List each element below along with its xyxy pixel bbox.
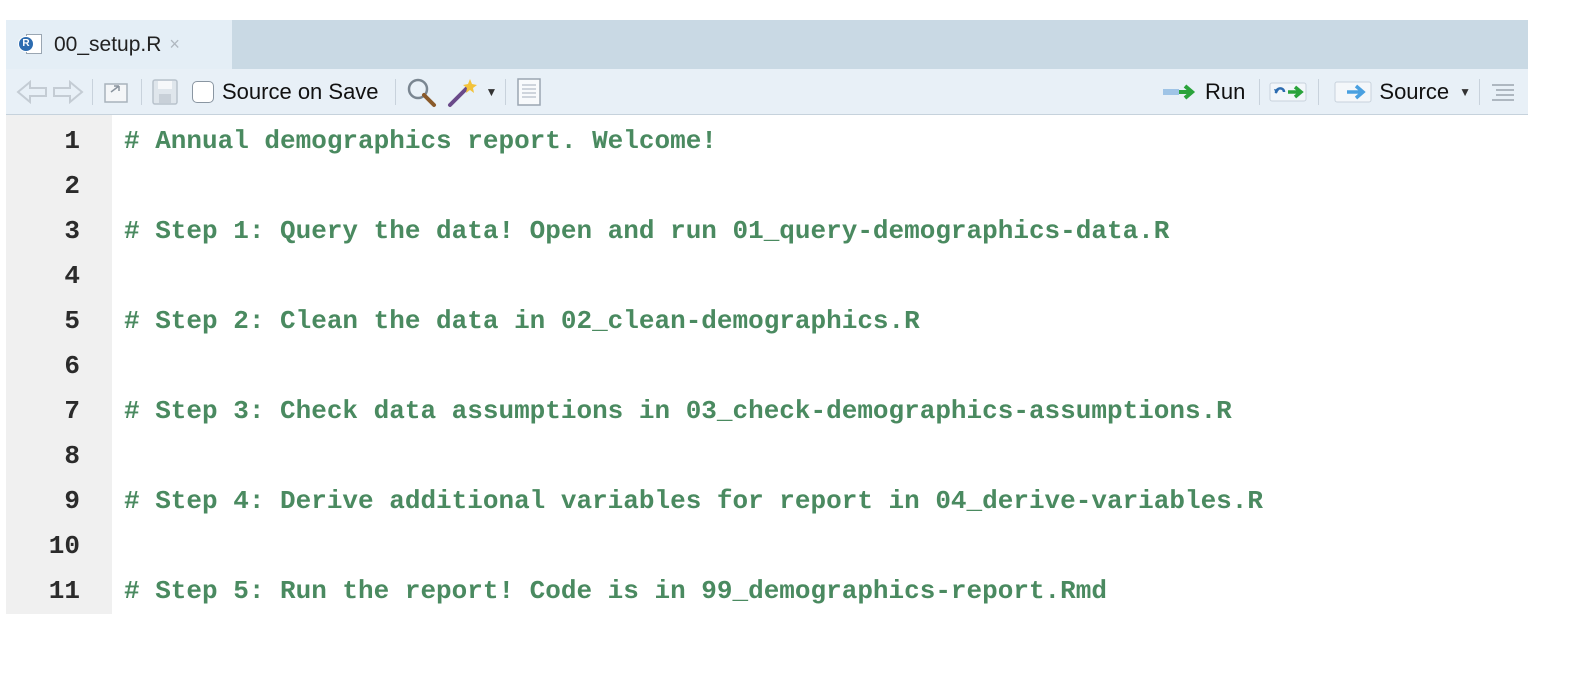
source-editor: R 00_setup.R × Source on Save ▼ Run Sour… <box>6 20 1528 614</box>
show-in-window-icon[interactable] <box>101 78 133 106</box>
save-icon[interactable] <box>150 77 180 107</box>
source-on-save-toggle[interactable]: Source on Save <box>192 79 379 105</box>
close-icon[interactable]: × <box>169 34 180 55</box>
editor-toolbar: Source on Save ▼ Run Source ▼ <box>6 69 1528 115</box>
code-line[interactable]: # Step 2: Clean the data in 02_clean-dem… <box>124 299 1263 344</box>
code-line[interactable] <box>124 344 1263 389</box>
line-number: 10 <box>48 531 80 561</box>
chevron-down-icon[interactable]: ▼ <box>1459 85 1471 99</box>
line-number: 1 <box>64 126 80 156</box>
line-number-gutter: 1 2 3 4 5 6 7 8 9 10 11 <box>6 115 112 614</box>
toolbar-divider <box>394 78 396 105</box>
forward-arrow-icon[interactable] <box>50 79 84 105</box>
code-line[interactable]: # Step 5: Run the report! Code is in 99_… <box>124 569 1263 614</box>
toolbar-divider <box>141 78 142 105</box>
line-number: 8 <box>64 441 80 471</box>
code-line[interactable] <box>124 254 1263 299</box>
line-number: 2 <box>64 171 80 201</box>
tab-filename: 00_setup.R <box>54 32 162 56</box>
source-label: Source <box>1379 78 1450 104</box>
source-on-save-label: Source on Save <box>222 78 379 104</box>
toolbar-divider <box>505 78 507 105</box>
toolbar-divider <box>1259 78 1261 105</box>
tab-strip: R 00_setup.R × <box>6 20 1528 69</box>
line-number: 6 <box>64 351 80 381</box>
code-line[interactable]: # Step 3: Check data assumptions in 03_c… <box>124 389 1263 434</box>
code-line[interactable]: # Annual demographics report. Welcome! <box>124 119 1263 164</box>
line-number: 3 <box>64 216 80 246</box>
line-number: 4 <box>64 261 80 291</box>
code-line[interactable] <box>124 434 1263 479</box>
tab-00-setup[interactable]: R 00_setup.R × <box>6 20 232 69</box>
line-number: 11 <box>48 576 80 606</box>
code-lines[interactable]: # Annual demographics report. Welcome! # … <box>112 115 1263 614</box>
source-on-save-checkbox[interactable] <box>192 80 214 103</box>
code-area[interactable]: 1 2 3 4 5 6 7 8 9 10 11 # Annual demographics repo… <box>6 115 1528 614</box>
code-line[interactable] <box>124 524 1263 569</box>
line-number: 7 <box>64 396 80 426</box>
search-icon[interactable] <box>404 76 438 108</box>
toolbar-divider <box>1479 78 1480 105</box>
code-line[interactable]: # Step 4: Derive additional variables fo… <box>124 479 1263 524</box>
notebook-icon[interactable] <box>514 76 544 108</box>
run-label: Run <box>1205 78 1246 104</box>
chevron-down-icon[interactable]: ▼ <box>486 85 498 99</box>
outline-icon[interactable] <box>1488 80 1518 104</box>
back-arrow-icon[interactable] <box>16 79 50 105</box>
line-number: 5 <box>64 306 80 336</box>
source-button[interactable]: Source ▼ <box>1333 79 1471 105</box>
rerun-icon[interactable] <box>1268 81 1310 103</box>
line-number: 9 <box>64 486 80 516</box>
code-line[interactable]: # Step 1: Query the data! Open and run 0… <box>124 209 1263 254</box>
toolbar-divider <box>1318 78 1320 105</box>
toolbar-divider <box>92 78 93 105</box>
run-button[interactable]: Run <box>1161 79 1245 105</box>
r-file-icon: R <box>18 33 46 57</box>
code-line[interactable] <box>124 164 1263 209</box>
magic-wand-icon[interactable]: ▼ <box>446 75 498 109</box>
